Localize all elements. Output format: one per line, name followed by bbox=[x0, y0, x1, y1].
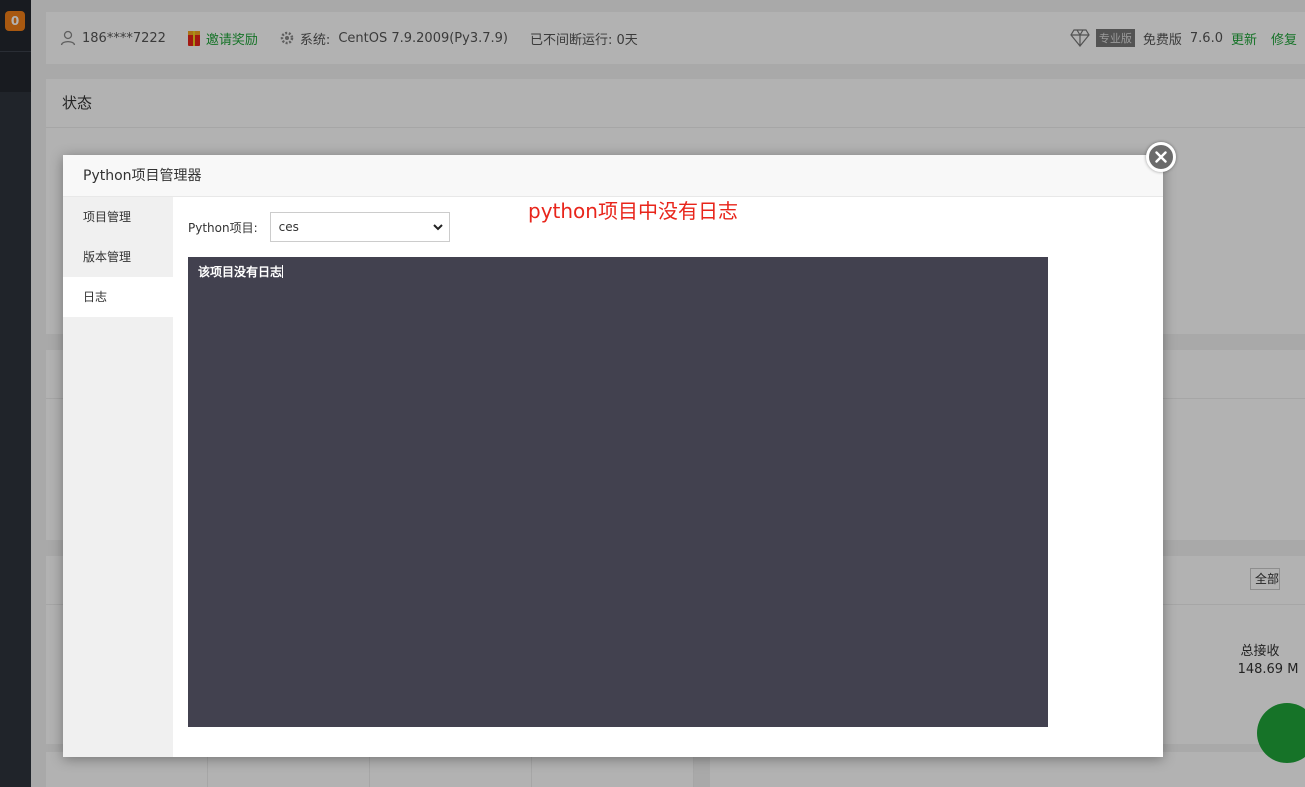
annotation-text: python项目中没有日志 bbox=[528, 199, 738, 223]
project-selector-row: Python项目: ces bbox=[188, 212, 450, 242]
dialog-close-button[interactable] bbox=[1146, 142, 1176, 172]
project-selected-value: ces bbox=[278, 220, 299, 234]
project-label: Python项目: bbox=[188, 220, 258, 235]
log-output[interactable]: 该项目没有日志 bbox=[188, 257, 1048, 727]
tab-version-management[interactable]: 版本管理 bbox=[63, 237, 173, 277]
dialog-sidebar: 项目管理 版本管理 日志 bbox=[63, 197, 173, 757]
text-cursor bbox=[282, 265, 284, 278]
python-manager-dialog: Python项目管理器 项目管理 版本管理 日志 Python项目: ces p… bbox=[63, 155, 1163, 757]
dialog-body: Python项目: ces python项目中没有日志 该项目没有日志 bbox=[173, 197, 1163, 757]
close-icon bbox=[1155, 151, 1167, 163]
tab-logs[interactable]: 日志 bbox=[63, 277, 173, 317]
project-select[interactable]: ces bbox=[269, 212, 450, 242]
tab-project-management[interactable]: 项目管理 bbox=[63, 197, 173, 237]
chevron-down-icon bbox=[432, 223, 443, 230]
log-text: 该项目没有日志 bbox=[198, 265, 283, 279]
dialog-title: Python项目管理器 bbox=[63, 155, 1163, 197]
